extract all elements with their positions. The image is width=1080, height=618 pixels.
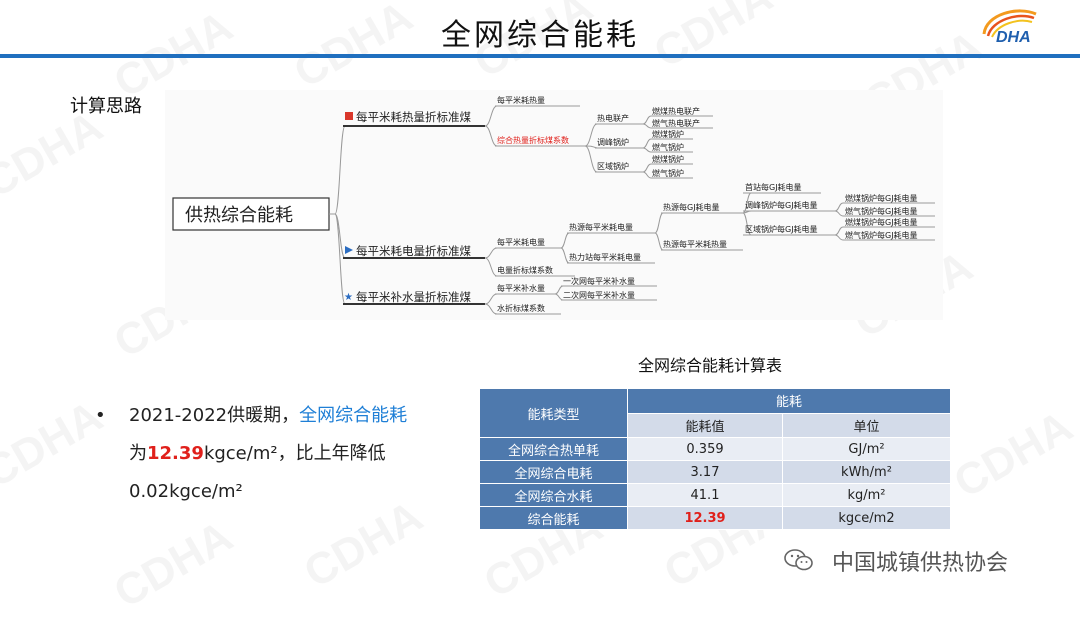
mind-map-node: 每平米耗热量	[497, 95, 545, 105]
mind-map-node: 水折标煤系数	[497, 303, 545, 313]
mind-map-node: 二次网每平米补水量	[563, 290, 635, 300]
star-icon: ★	[344, 292, 353, 303]
mind-map-node: 燃气锅炉每GJ耗电量	[845, 206, 918, 216]
table-row: 全网综合热单耗 0.359 GJ/m²	[479, 437, 951, 461]
header-divider	[0, 54, 1080, 58]
table-header-group: 能耗	[627, 388, 951, 414]
mind-map-node: 电量折标煤系数	[497, 265, 553, 275]
mind-map-node: 调峰锅炉	[597, 137, 629, 147]
page-title: 全网综合能耗	[441, 18, 639, 53]
mind-map-node: 一次网每平米补水量	[563, 276, 635, 286]
mind-map-node: 燃气锅炉每GJ耗电量	[845, 230, 918, 240]
energy-table: 能耗类型 能耗 能耗值 单位 全网综合热单耗 0.359 GJ/m² 全网综合电…	[479, 388, 951, 530]
table-cell: 3.17	[627, 460, 783, 484]
table-row: 全网综合水耗 41.1 kg/m²	[479, 483, 951, 507]
mind-map-node: 热力站每平米耗电量	[569, 252, 641, 262]
table-cell: 全网综合热单耗	[479, 437, 628, 461]
table-header-value: 能耗值	[627, 412, 783, 438]
mind-map-branch: 每平米耗电量折标准煤	[356, 244, 471, 258]
mind-map-node: 区域锅炉每GJ耗电量	[745, 224, 818, 234]
summary-part: 2021-2022供暖期，	[129, 405, 300, 426]
mind-map-node: 燃煤锅炉每GJ耗电量	[845, 193, 918, 203]
mind-map-node: 燃煤锅炉每GJ耗电量	[845, 217, 918, 227]
summary-value: 12.39	[147, 443, 204, 464]
mind-map-node: 首站每GJ耗电量	[745, 182, 802, 192]
mind-map-node: 综合热量折标煤系数	[497, 135, 569, 145]
mind-map-node: 燃煤锅炉	[652, 129, 684, 139]
table-title: 全网综合能耗计算表	[637, 356, 782, 375]
mind-map-branch: 每平米耗热量折标准煤	[356, 110, 471, 124]
table-cell: kg/m²	[782, 483, 951, 507]
table-cell: 全网综合电耗	[479, 460, 628, 484]
mind-map-node: 区域锅炉	[597, 161, 629, 171]
table-header-type: 能耗类型	[479, 388, 628, 438]
wechat-icon	[784, 549, 813, 571]
flag-icon	[345, 246, 353, 254]
mind-map-node: 调峰锅炉每GJ耗电量	[745, 200, 818, 210]
mind-map-node: 每平米耗电量	[497, 237, 545, 247]
summary-highlight: 全网综合能耗	[299, 405, 408, 426]
mind-map-node: 热电联产	[597, 113, 629, 123]
mind-map-root: 供热综合能耗	[185, 205, 293, 226]
summary-part: 为	[129, 443, 147, 464]
table-cell: kgce/m2	[782, 506, 951, 530]
mind-map-node: 热源每平米耗热量	[663, 239, 727, 249]
mind-map-node: 燃煤锅炉	[652, 154, 684, 164]
mind-map-node: 每平米补水量	[497, 283, 545, 293]
table-cell: 全网综合水耗	[479, 483, 628, 507]
mind-map-branch: 每平米补水量折标准煤	[356, 290, 471, 304]
table-row: 综合能耗 12.39 kgce/m2	[479, 506, 951, 530]
mind-map-node: 燃气锅炉	[652, 168, 684, 178]
table-row: 全网综合电耗 3.17 kWh/m²	[479, 460, 951, 484]
table-cell: 41.1	[627, 483, 783, 507]
summary-text: 2021-2022供暖期，全网综合能耗为12.39kgce/m²，比上年降低0.…	[129, 397, 419, 511]
bullet-marker: •	[95, 405, 106, 426]
table-cell: kWh/m²	[782, 460, 951, 484]
section-label: 计算思路	[70, 96, 142, 117]
table-header-unit: 单位	[782, 412, 951, 438]
svg-text:DHA: DHA	[996, 29, 1031, 46]
mind-map-node: 燃气锅炉	[652, 142, 684, 152]
mind-map-node: 热源每GJ耗电量	[663, 202, 720, 212]
logo: DHA	[982, 9, 1037, 46]
flag-icon	[345, 112, 353, 120]
mind-map-node: 燃气热电联产	[652, 118, 700, 128]
mind-map-node: 热源每平米耗电量	[569, 222, 633, 232]
mind-map-node: 燃煤热电联产	[652, 106, 700, 116]
table-cell: 综合能耗	[479, 506, 628, 530]
table-cell: 0.359	[627, 437, 783, 461]
mind-map: ★ 供热综合能耗 每平米耗热量折标准煤 每平米耗电量折标准煤 每平米补水量折标准…	[165, 90, 943, 320]
table-cell: GJ/m²	[782, 437, 951, 461]
table-cell: 12.39	[627, 506, 783, 530]
footer-text: 中国城镇供热协会	[832, 551, 1009, 576]
